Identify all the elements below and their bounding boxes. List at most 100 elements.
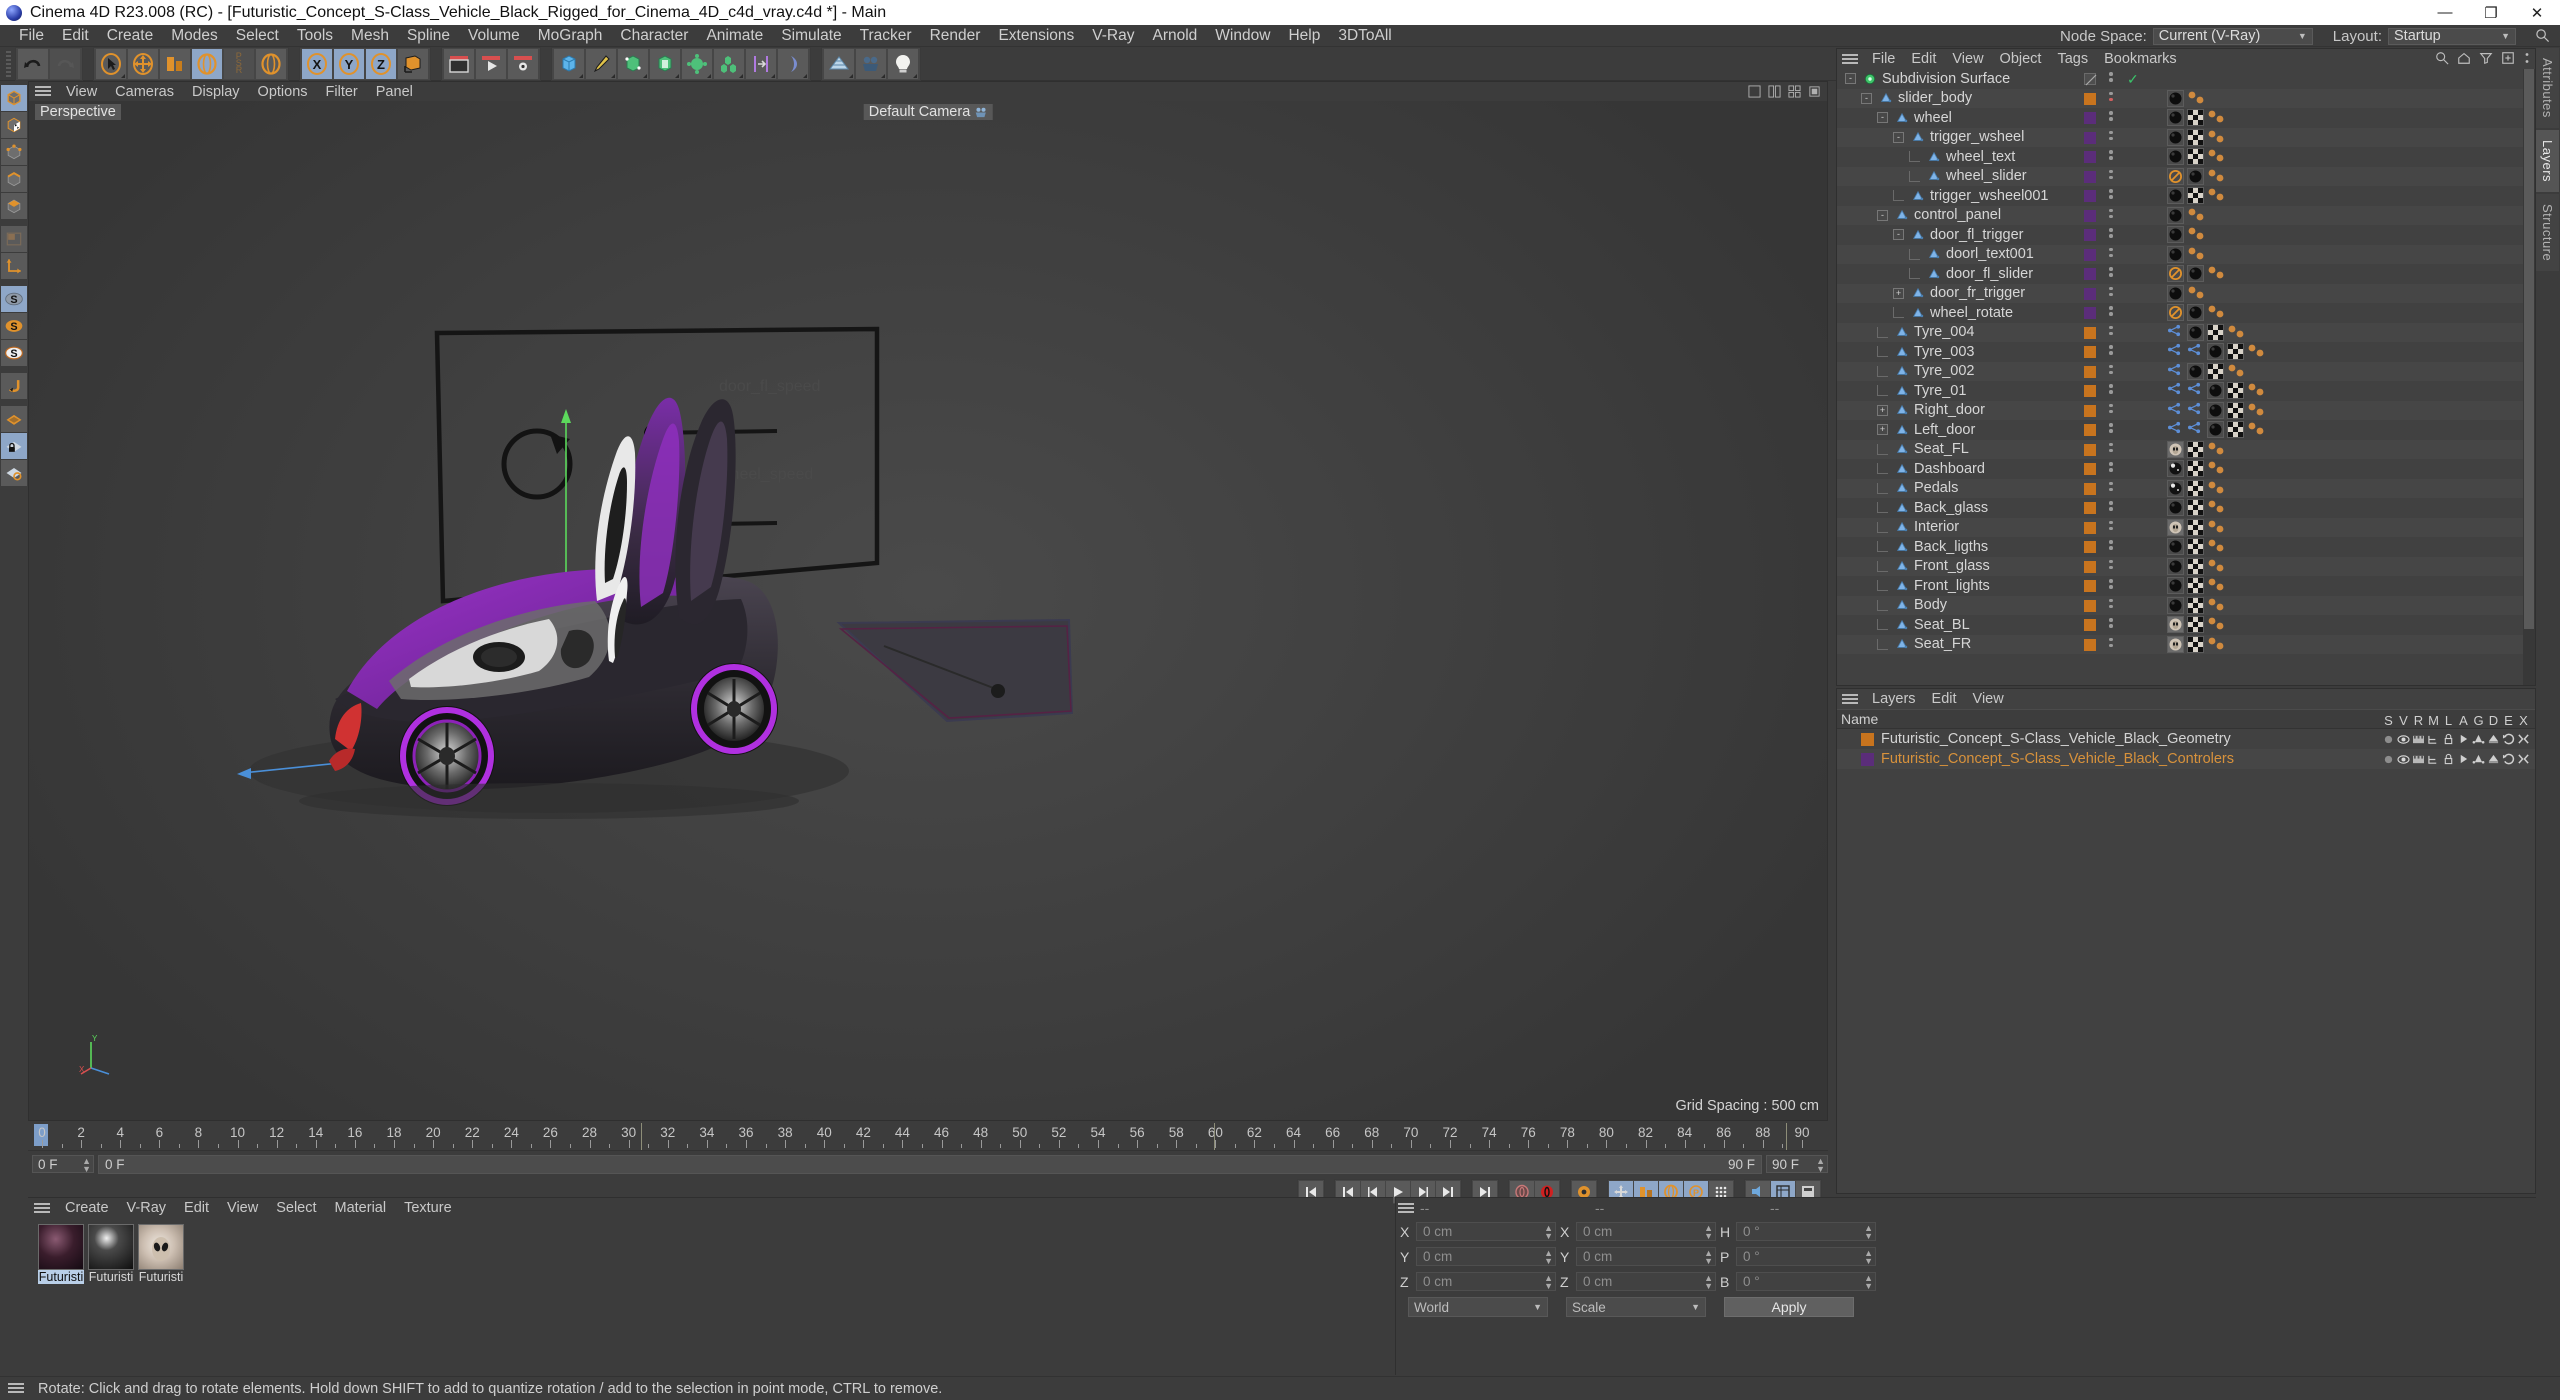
view-two-icon[interactable]: [1768, 85, 1781, 98]
object-row[interactable]: wheel_text: [1837, 147, 2523, 167]
xpresso-tag[interactable]: [2187, 343, 2204, 360]
object-name-cell[interactable]: - door_fl_trigger: [1837, 227, 2024, 243]
coordinate-system-select[interactable]: World ▼: [1408, 1297, 1548, 1317]
spinner-icon[interactable]: ▲ ▼: [1704, 1249, 1713, 1266]
move-tool-button[interactable]: [128, 48, 158, 79]
object-name-cell[interactable]: Seat_FL: [1837, 441, 1969, 457]
texture-tag[interactable]: [2187, 596, 2204, 614]
object-row[interactable]: Tyre_003: [1837, 342, 2523, 362]
spinner-icon[interactable]: ▲ ▼: [1816, 1157, 1825, 1174]
texture-mode-button[interactable]: [1, 112, 27, 138]
layer-toggle-l[interactable]: [2441, 753, 2456, 765]
timeline-ruler[interactable]: 0 2 4 6 8 10 12 14 16 18 20 22 24 26 28 30 32 34 36 38 40 42 4…: [28, 1123, 1828, 1151]
object-row[interactable]: Seat_FR: [1837, 634, 2523, 654]
visibility-dots[interactable]: [2109, 345, 2113, 357]
collapse-icon[interactable]: -: [1893, 229, 1904, 241]
lock-x-axis-button[interactable]: X: [302, 48, 332, 79]
view-single-icon[interactable]: [1748, 85, 1761, 98]
layer-toggle-e[interactable]: [2501, 733, 2516, 745]
object-name-cell[interactable]: + Right_door: [1837, 402, 1985, 418]
constraint-tag[interactable]: [2187, 246, 2209, 263]
object-name-cell[interactable]: trigger_wsheel001: [1837, 188, 2049, 204]
texture-tag[interactable]: [2187, 577, 2204, 595]
status-menu-icon[interactable]: [8, 1383, 24, 1394]
object-name-cell[interactable]: wheel_text: [1837, 149, 2015, 165]
visibility-dots[interactable]: [2109, 72, 2113, 84]
collapse-icon[interactable]: -: [1877, 209, 1888, 221]
workplane-lock-button[interactable]: [1, 433, 27, 459]
layer-color-chip[interactable]: [2084, 151, 2096, 163]
layer-color-chip[interactable]: [2084, 112, 2096, 124]
object-manager-menu-icon[interactable]: [1842, 53, 1858, 65]
axis-mode-button[interactable]: [1, 253, 27, 279]
xpresso-tag[interactable]: [2167, 421, 2184, 438]
material-tag[interactable]: [2207, 343, 2224, 361]
floor-object-button[interactable]: [824, 48, 854, 79]
layer-toggle-l[interactable]: [2441, 733, 2456, 745]
layer-color-chip[interactable]: [2084, 92, 2096, 105]
object-row[interactable]: wheel_rotate: [1837, 303, 2523, 323]
spinner-icon[interactable]: ▲ ▼: [1704, 1274, 1713, 1291]
menu-extensions[interactable]: Extensions: [989, 26, 1083, 46]
xpresso-tag[interactable]: [2167, 363, 2184, 380]
texture-tag[interactable]: [2207, 362, 2224, 380]
constraint-tag[interactable]: [2207, 519, 2229, 536]
visibility-dots[interactable]: [2109, 384, 2113, 396]
xpresso-tag[interactable]: [2167, 382, 2184, 399]
object-name-cell[interactable]: - control_panel: [1837, 207, 2001, 223]
texture-tag[interactable]: [2187, 109, 2204, 127]
visibility-dots[interactable]: [2109, 462, 2113, 474]
constraint-tag[interactable]: [2207, 499, 2229, 516]
spline-object-button[interactable]: [778, 48, 808, 79]
layer-toggle-a[interactable]: [2456, 753, 2471, 765]
uv-mode-button[interactable]: [1, 226, 27, 252]
object-name-cell[interactable]: wheel_slider: [1837, 168, 2027, 184]
expand-icon[interactable]: +: [1893, 287, 1904, 299]
xpresso-tag[interactable]: [2187, 421, 2204, 438]
texture-tag[interactable]: [2187, 499, 2204, 517]
visibility-dots[interactable]: [2109, 169, 2113, 182]
constraint-tag[interactable]: [2207, 597, 2229, 614]
toolbar-grip[interactable]: [6, 50, 11, 77]
constraint-tag[interactable]: [2207, 558, 2229, 575]
material-menu-v-ray[interactable]: V-Ray: [118, 1200, 176, 1216]
object-name-cell[interactable]: Interior: [1837, 519, 1959, 535]
material-menu-view[interactable]: View: [218, 1200, 267, 1216]
texture-tag[interactable]: [2187, 557, 2204, 575]
layer-row[interactable]: Futuristic_Concept_S-Class_Vehicle_Black…: [1837, 749, 2535, 769]
snap-enable-button[interactable]: S: [1, 286, 27, 312]
workplane-rotate-button[interactable]: [1, 460, 27, 486]
menu-help[interactable]: Help: [1279, 26, 1329, 46]
layer-toggle-s[interactable]: [2381, 754, 2396, 765]
material-thumbnail[interactable]: [88, 1224, 134, 1270]
material-tag[interactable]: [2167, 479, 2184, 497]
visibility-dots[interactable]: [2109, 364, 2113, 377]
visibility-dots[interactable]: [2109, 247, 2113, 260]
object-row[interactable]: Interior: [1837, 517, 2523, 537]
constraint-tag[interactable]: [2187, 90, 2209, 107]
timeline-range-track[interactable]: 0 F 90 F: [98, 1154, 1762, 1174]
layer-column-s[interactable]: S: [2381, 713, 2396, 728]
material-tag[interactable]: [2167, 148, 2184, 166]
object-row[interactable]: Front_lights: [1837, 576, 2523, 596]
material-tag[interactable]: [2167, 635, 2184, 653]
layer-color-swatch[interactable]: [1861, 732, 1874, 746]
menu-select[interactable]: Select: [227, 26, 288, 46]
layer-color-chip[interactable]: [2084, 404, 2096, 417]
layer-column-d[interactable]: D: [2486, 713, 2501, 728]
current-frame-field[interactable]: 0 F ▲ ▼: [32, 1155, 94, 1174]
layer-color-chip[interactable]: [2084, 229, 2096, 241]
layer-color-chip[interactable]: [2084, 463, 2096, 475]
constraint-tag[interactable]: [2207, 168, 2229, 185]
material-tag[interactable]: [2167, 187, 2184, 205]
object-row[interactable]: wheel_slider: [1837, 166, 2523, 186]
object-row[interactable]: - wheel: [1837, 108, 2523, 128]
layer-color-swatch[interactable]: [1861, 752, 1874, 766]
spinner-icon[interactable]: ▲ ▼: [1864, 1274, 1873, 1291]
object-row[interactable]: + door_fr_trigger: [1837, 283, 2523, 303]
menu-3dtoall[interactable]: 3DToAll: [1329, 26, 1400, 46]
texture-tag[interactable]: [2187, 128, 2204, 146]
minimize-button[interactable]: —: [2422, 0, 2468, 25]
layer-color-chip[interactable]: [2084, 248, 2096, 261]
visibility-dots[interactable]: [2109, 501, 2113, 513]
